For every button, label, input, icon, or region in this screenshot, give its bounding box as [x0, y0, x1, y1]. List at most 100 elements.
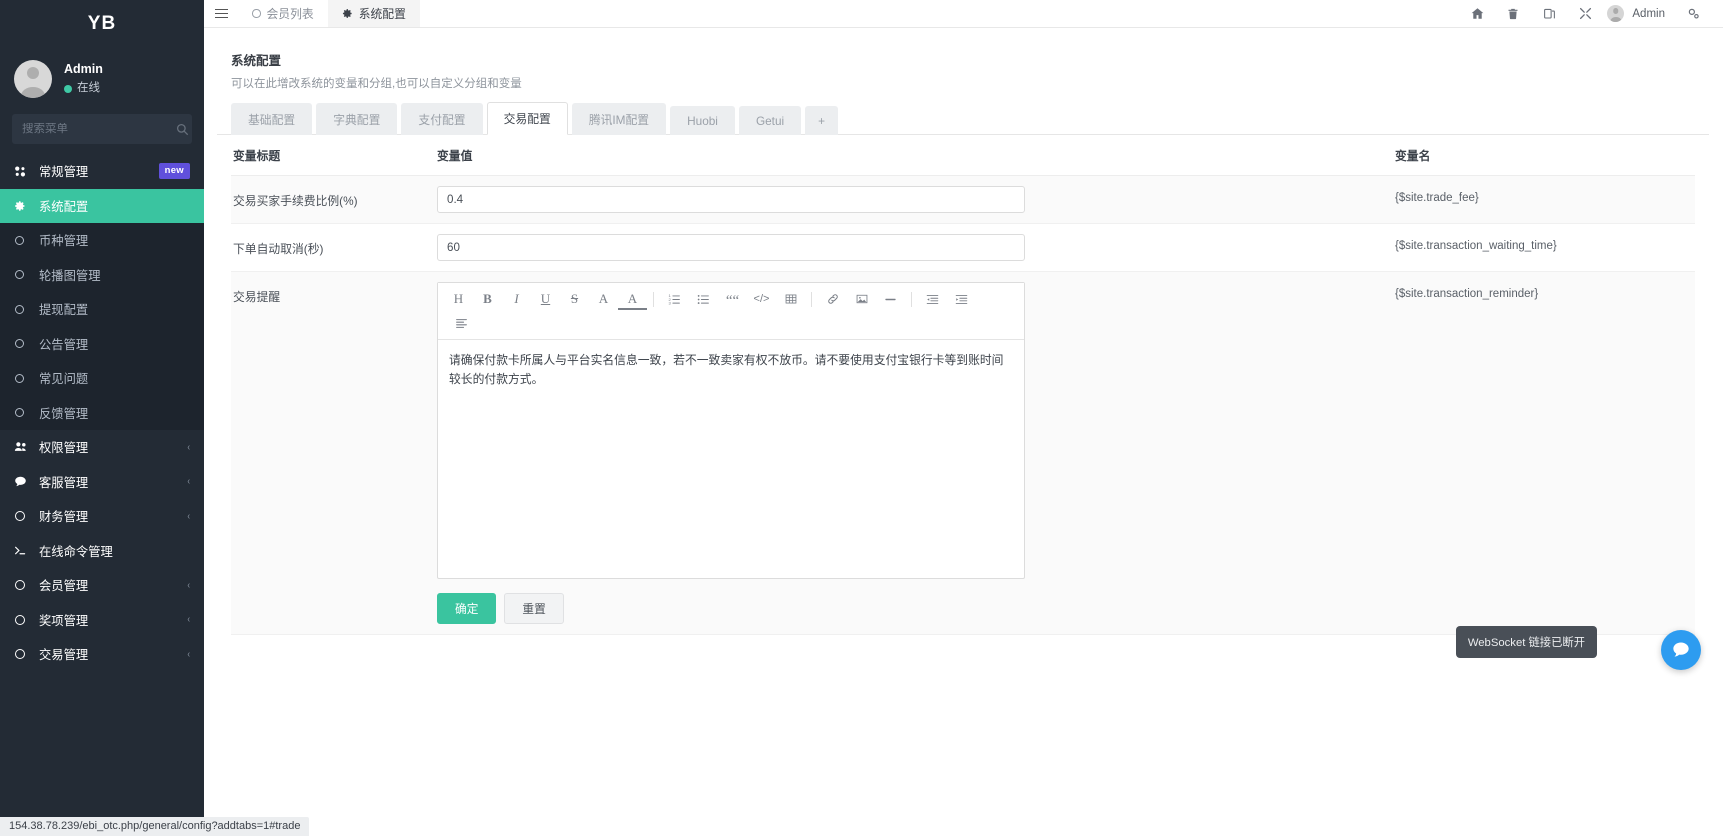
italic-icon[interactable]: I [502, 288, 531, 310]
circle-icon [14, 408, 30, 417]
font-color-icon[interactable]: A [589, 288, 618, 310]
sidebar-item-feedback-management[interactable]: 反馈管理 [0, 396, 204, 431]
table-row: 交易买家手续费比例(%) {$site.trade_fee} [231, 176, 1695, 224]
topnav-item-member-list[interactable]: 会员列表 [238, 0, 328, 27]
heading-icon[interactable]: H [444, 288, 473, 310]
form-actions: 确定 重置 [437, 579, 1395, 624]
sidebar-item-currency-management[interactable]: 币种管理 [0, 223, 204, 258]
rich-text-editor[interactable]: H B I U S A A [437, 282, 1025, 579]
hamburger-icon[interactable] [204, 0, 238, 27]
sidebar-item-system-config[interactable]: 系统配置 [0, 189, 204, 224]
outdent-icon[interactable] [918, 288, 947, 310]
search-input[interactable] [22, 123, 176, 135]
sliders-icon [14, 165, 30, 178]
transaction-waiting-time-input[interactable] [437, 234, 1025, 261]
sidebar-item-label: 奖项管理 [39, 611, 187, 629]
sidebar-item-label: 常见问题 [39, 369, 190, 387]
circle-icon [14, 511, 30, 521]
circle-icon [14, 339, 30, 348]
home-icon[interactable] [1459, 0, 1495, 28]
refresh-tab-icon[interactable] [1531, 0, 1567, 28]
chevron-left-icon: ‹ [187, 442, 190, 453]
underline-icon[interactable]: U [531, 288, 560, 310]
config-table: 变量标题 变量值 变量名 交易买家手续费比例(%) {$site.trade_f… [217, 135, 1709, 635]
circle-icon [14, 580, 30, 590]
background-color-icon[interactable]: A [618, 291, 647, 310]
topnav-item-system-config[interactable]: 系统配置 [328, 0, 420, 27]
topbar-actions: Admin [1459, 0, 1723, 27]
sidebar-item-faq[interactable]: 常见问题 [0, 361, 204, 396]
editor-content[interactable]: 请确保付款卡所属人与平台实名信息一致，若不一致卖家有权不放币。请不要使用支付宝银… [438, 340, 1024, 578]
sidebar-item-member-management[interactable]: 会员管理 ‹ [0, 568, 204, 603]
sidebar-item-label: 系统配置 [39, 197, 190, 215]
sidebar-item-label: 轮播图管理 [39, 266, 190, 284]
submit-button[interactable]: 确定 [437, 593, 496, 624]
tab-huobi[interactable]: Huobi [670, 106, 735, 135]
config-tabs: 基础配置 字典配置 支付配置 交易配置 腾讯IM配置 Huobi Getui + [217, 101, 1709, 135]
tab-add-button[interactable]: + [805, 106, 838, 135]
tab-trade-config[interactable]: 交易配置 [487, 102, 568, 135]
websocket-toast: WebSocket 链接已断开 [1456, 626, 1597, 658]
horizontal-rule-icon[interactable] [876, 288, 905, 310]
tab-dictionary-config[interactable]: 字典配置 [316, 103, 397, 135]
chat-bubble-icon[interactable] [1661, 630, 1701, 670]
sidebar-item-carousel-management[interactable]: 轮播图管理 [0, 258, 204, 293]
indent-icon[interactable] [947, 288, 976, 310]
circle-icon [14, 615, 30, 625]
ordered-list-icon[interactable]: 1 2 3 [660, 288, 689, 310]
circle-icon [14, 305, 30, 314]
image-icon[interactable] [847, 288, 876, 310]
sidebar-search [0, 114, 204, 154]
table-row: 交易提醒 H B I U S A A [231, 272, 1695, 635]
search-icon[interactable] [176, 123, 189, 136]
sidebar-item-withdraw-config[interactable]: 提现配置 [0, 292, 204, 327]
circle-icon [14, 374, 30, 383]
settings-gear-icon[interactable] [1675, 0, 1711, 28]
table-header-row: 变量标题 变量值 变量名 [231, 135, 1695, 176]
profile-name: Admin [64, 61, 103, 78]
brand-logo[interactable]: YB [0, 0, 204, 48]
sidebar-item-label: 在线命令管理 [39, 542, 190, 560]
unordered-list-icon[interactable] [689, 288, 718, 310]
editor-toolbar: H B I U S A A [438, 283, 1024, 340]
sidebar-item-permission-management[interactable]: 权限管理 ‹ [0, 430, 204, 465]
bold-icon[interactable]: B [473, 288, 502, 310]
blockquote-icon[interactable]: ““ [718, 288, 747, 310]
table-row: 下单自动取消(秒) {$site.transaction_waiting_tim… [231, 224, 1695, 272]
tab-getui[interactable]: Getui [739, 106, 801, 135]
new-badge: new [159, 163, 190, 179]
user-menu[interactable]: Admin [1603, 5, 1675, 22]
sidebar-item-label: 财务管理 [39, 507, 187, 525]
online-dot-icon [64, 85, 72, 93]
sidebar-menu: 常规管理 new 系统配置 币种管理 [0, 154, 204, 836]
fullscreen-icon[interactable] [1567, 0, 1603, 28]
sidebar-item-prize-management[interactable]: 奖项管理 ‹ [0, 603, 204, 638]
tab-basic-config[interactable]: 基础配置 [231, 103, 312, 135]
sidebar-item-online-command-management[interactable]: 在线命令管理 [0, 534, 204, 569]
tab-payment-config[interactable]: 支付配置 [401, 103, 482, 135]
link-icon[interactable] [818, 288, 847, 310]
profile-status-label: 在线 [77, 81, 100, 97]
row-variable-name: {$site.trade_fee} [1395, 186, 1695, 204]
sidebar-item-label: 公告管理 [39, 335, 190, 353]
sidebar-submenu-general: 系统配置 币种管理 轮播图管理 提现配置 公告管理 [0, 189, 204, 431]
sidebar-item-customer-service-management[interactable]: 客服管理 ‹ [0, 465, 204, 500]
sidebar-item-announcement-management[interactable]: 公告管理 [0, 327, 204, 362]
chevron-left-icon: ‹ [187, 580, 190, 591]
column-header-value: 变量值 [437, 147, 1395, 164]
trash-icon[interactable] [1495, 0, 1531, 28]
sidebar-item-general-management[interactable]: 常规管理 new [0, 154, 204, 189]
table-icon[interactable] [776, 288, 805, 310]
sidebar-item-trade-management[interactable]: 交易管理 ‹ [0, 637, 204, 672]
page-subtitle: 可以在此增改系统的变量和分组,也可以自定义分组和变量 [231, 75, 1695, 91]
code-block-icon[interactable]: </> [747, 288, 776, 310]
trade-fee-input[interactable] [437, 186, 1025, 213]
circle-icon [14, 236, 30, 245]
sidebar-item-finance-management[interactable]: 财务管理 ‹ [0, 499, 204, 534]
strikethrough-icon[interactable]: S [560, 288, 589, 310]
tab-tencent-im-config[interactable]: 腾讯IM配置 [572, 103, 666, 135]
svg-text:3: 3 [668, 300, 671, 305]
reset-button[interactable]: 重置 [504, 593, 563, 624]
admin-console: YB Admin 在线 [0, 0, 1723, 836]
align-icon[interactable] [444, 312, 1018, 334]
